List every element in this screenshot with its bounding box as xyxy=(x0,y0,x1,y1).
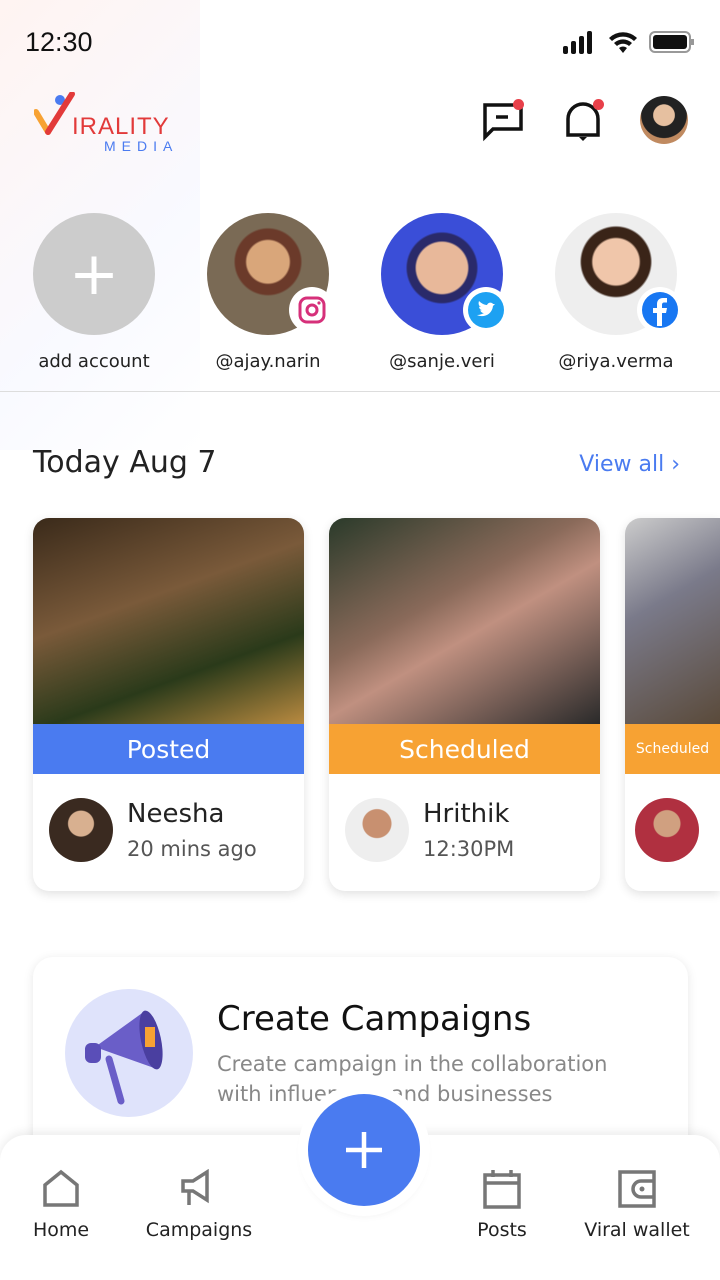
plus-icon xyxy=(346,1132,382,1168)
home-icon xyxy=(43,1169,79,1207)
megaphone-icon xyxy=(65,989,193,1117)
profile-avatar[interactable] xyxy=(640,96,688,144)
status-bar: 12:30 xyxy=(25,22,695,62)
campaign-title: Create Campaigns xyxy=(217,999,532,1039)
nav-viral-wallet[interactable]: Viral wallet xyxy=(582,1169,692,1241)
notification-dot xyxy=(593,99,604,110)
account-avatar xyxy=(381,213,509,335)
notification-dot xyxy=(513,99,524,110)
wallet-icon xyxy=(618,1170,656,1208)
facebook-icon xyxy=(637,287,683,333)
account-sanje[interactable]: @sanje.veri xyxy=(381,213,509,372)
messages-button[interactable] xyxy=(480,97,526,143)
post-card[interactable]: Scheduled Hrithik 12:30PM xyxy=(329,518,600,891)
add-account-button[interactable]: + add account xyxy=(33,213,155,372)
status-badge: Scheduled xyxy=(625,724,720,774)
chevron-right-icon: › xyxy=(671,452,680,477)
calendar-icon xyxy=(483,1170,521,1209)
battery-icon xyxy=(649,31,694,53)
user-avatar xyxy=(49,798,113,862)
account-riya[interactable]: @riya.verma xyxy=(555,213,683,372)
signal-icon xyxy=(563,31,592,54)
account-avatar xyxy=(207,213,335,335)
posts-carousel: Posted Neesha 20 mins ago Scheduled Hrith… xyxy=(33,518,720,891)
twitter-icon xyxy=(463,287,509,333)
nav-home[interactable]: Home xyxy=(28,1169,94,1241)
divider xyxy=(0,391,720,392)
notifications-button[interactable] xyxy=(560,97,606,143)
account-ajay[interactable]: @ajay.narin xyxy=(207,213,335,372)
accounts-row: + add account @ajay.narin @sanje.veri @r… xyxy=(33,213,683,372)
view-all-link[interactable]: View all › xyxy=(579,452,680,477)
virality-media-logo: IRALITY MEDIA xyxy=(33,91,194,154)
section-title: Today Aug 7 xyxy=(33,445,217,480)
account-avatar xyxy=(555,213,683,335)
user-avatar xyxy=(345,798,409,862)
wifi-icon xyxy=(609,32,637,53)
status-badge: Posted xyxy=(33,724,304,774)
post-image xyxy=(625,518,720,724)
status-badge: Scheduled xyxy=(329,724,600,774)
svg-text:MEDIA: MEDIA xyxy=(104,138,178,154)
campaign-description: Create campaign in the collaboration wit… xyxy=(217,1052,608,1106)
user-avatar xyxy=(635,798,699,862)
svg-text:IRALITY: IRALITY xyxy=(72,113,170,140)
status-time: 12:30 xyxy=(25,26,93,57)
nav-posts[interactable]: Posts xyxy=(472,1169,532,1241)
nav-campaigns[interactable]: Campaigns xyxy=(144,1169,254,1241)
plus-icon: + xyxy=(33,213,155,335)
post-card[interactable]: Scheduled xyxy=(625,518,720,891)
megaphone-icon xyxy=(181,1169,209,1205)
post-image xyxy=(329,518,600,724)
instagram-icon xyxy=(289,287,335,333)
post-image xyxy=(33,518,304,724)
post-card[interactable]: Posted Neesha 20 mins ago xyxy=(33,518,304,891)
create-post-button[interactable] xyxy=(308,1094,420,1206)
